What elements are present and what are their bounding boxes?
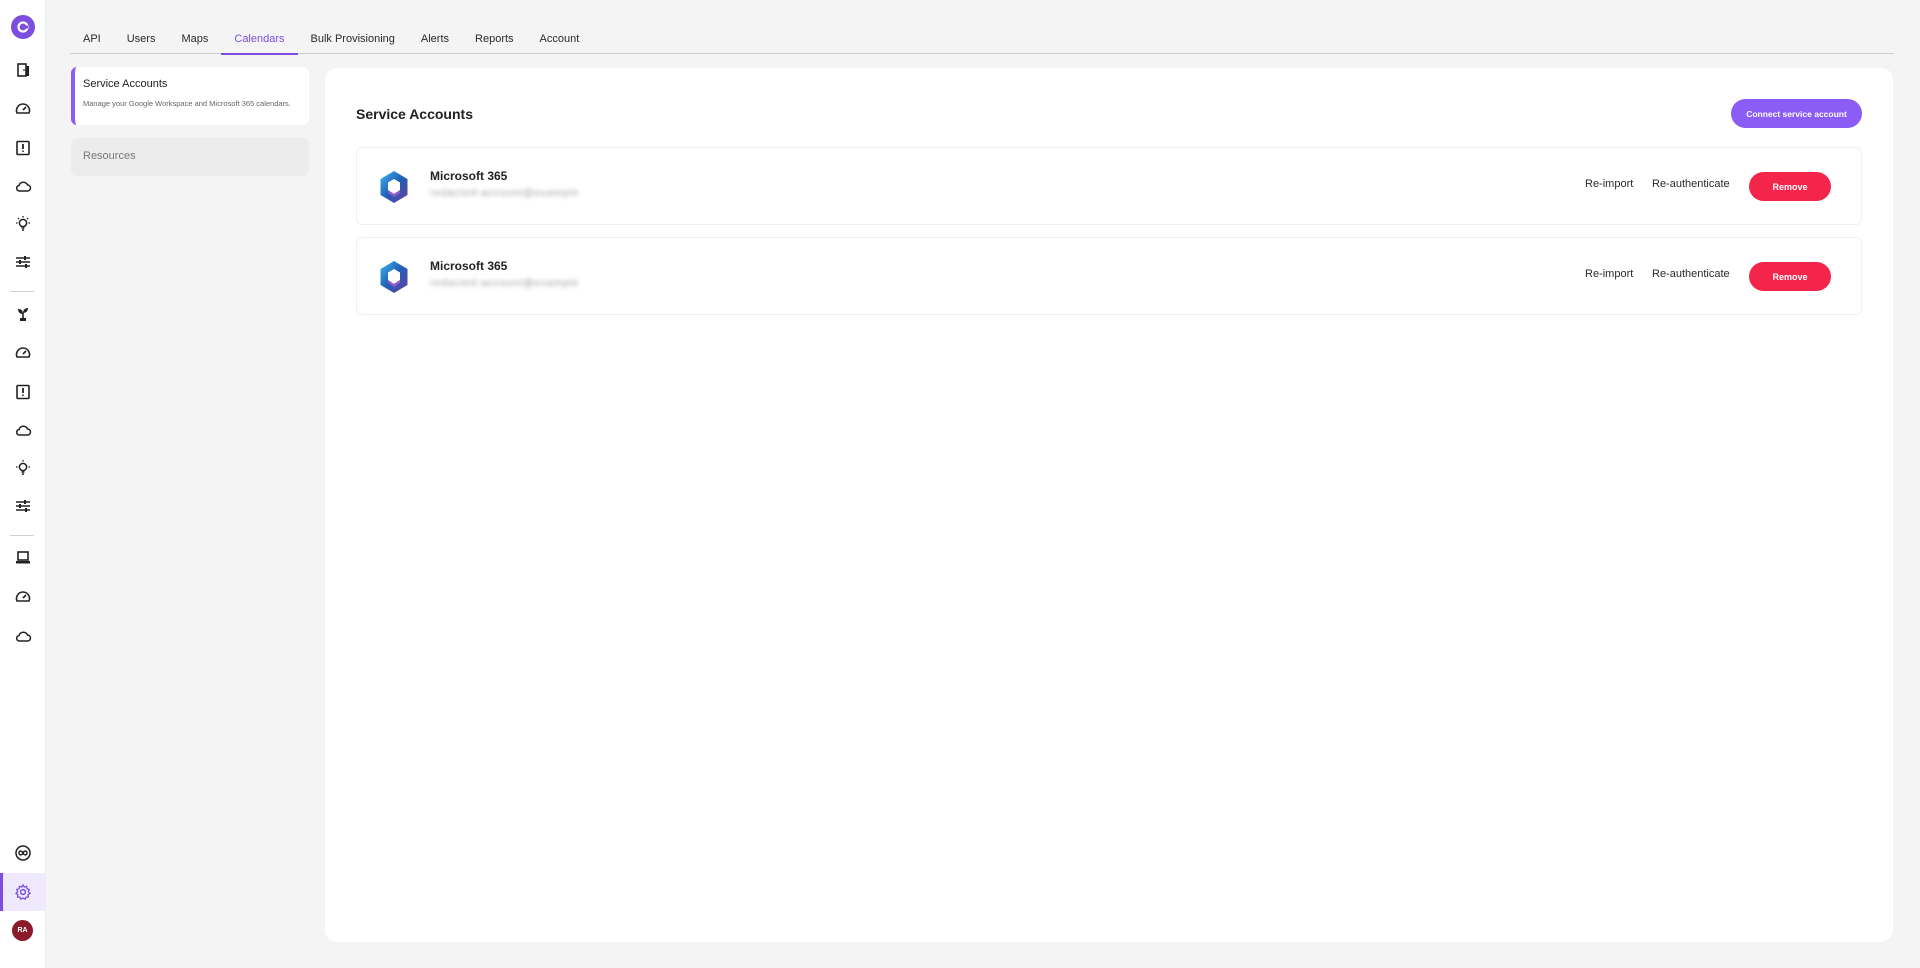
- lightbulb-icon[interactable]: [0, 449, 46, 487]
- tab-calendars[interactable]: Calendars: [221, 26, 298, 55]
- infinity-icon[interactable]: [0, 834, 46, 872]
- connect-service-account-button[interactable]: Connect service account: [1731, 99, 1862, 128]
- rail-divider: [10, 535, 34, 536]
- speedometer-icon[interactable]: [0, 334, 46, 372]
- top-tabs: API Users Maps Calendars Bulk Provisioni…: [70, 26, 1894, 55]
- subnav-item-label: Service Accounts: [83, 78, 168, 90]
- rail-divider: [10, 291, 34, 292]
- sliders-icon[interactable]: [0, 487, 46, 525]
- laptop-icon[interactable]: [0, 539, 46, 577]
- account-provider-name: Microsoft 365: [430, 259, 508, 273]
- lightbulb-icon[interactable]: [0, 205, 46, 243]
- subnav-item-service-accounts[interactable]: Service Accounts Manage your Google Work…: [71, 67, 309, 125]
- tab-alerts[interactable]: Alerts: [421, 26, 449, 54]
- app-logo-icon[interactable]: [11, 15, 35, 39]
- service-account-row: Microsoft 365 redacted-account@example R…: [356, 147, 1862, 225]
- microsoft-365-logo-icon: [380, 171, 408, 203]
- service-account-row: Microsoft 365 redacted-account@example R…: [356, 237, 1862, 315]
- page-title: Service Accounts: [356, 106, 473, 122]
- subnav-item-resources[interactable]: Resources: [71, 138, 309, 176]
- reimport-button[interactable]: Re-import: [1585, 268, 1633, 280]
- cloud-icon[interactable]: [0, 411, 46, 449]
- reauthenticate-button[interactable]: Re-authenticate: [1652, 178, 1730, 190]
- account-provider-name: Microsoft 365: [430, 169, 508, 183]
- cloud-icon[interactable]: [0, 617, 46, 655]
- remove-button[interactable]: Remove: [1749, 172, 1831, 201]
- alert-tablet-icon[interactable]: [0, 373, 46, 411]
- account-email: redacted-account@example: [430, 278, 580, 289]
- tab-api[interactable]: API: [83, 26, 101, 54]
- microsoft-365-logo-icon: [380, 261, 408, 293]
- alert-tablet-icon[interactable]: [0, 129, 46, 167]
- tab-reports[interactable]: Reports: [475, 26, 514, 54]
- gear-icon[interactable]: [0, 873, 46, 911]
- reimport-button[interactable]: Re-import: [1585, 178, 1633, 190]
- tab-users[interactable]: Users: [127, 26, 156, 54]
- account-email: redacted-account@example: [430, 188, 580, 199]
- tab-account[interactable]: Account: [540, 26, 580, 54]
- subnav-item-description: Manage your Google Workspace and Microso…: [83, 99, 291, 108]
- icon-rail: RA: [0, 0, 46, 968]
- cloud-icon[interactable]: [0, 167, 46, 205]
- plant-icon[interactable]: [0, 295, 46, 333]
- reauthenticate-button[interactable]: Re-authenticate: [1652, 268, 1730, 280]
- tab-maps[interactable]: Maps: [181, 26, 208, 54]
- sliders-icon[interactable]: [0, 243, 46, 281]
- speedometer-icon[interactable]: [0, 90, 46, 128]
- door-icon[interactable]: [0, 51, 46, 89]
- speedometer-icon[interactable]: [0, 578, 46, 616]
- avatar[interactable]: RA: [12, 920, 33, 941]
- main-panel: Service Accounts Connect service account…: [325, 68, 1893, 942]
- remove-button[interactable]: Remove: [1749, 262, 1831, 291]
- tab-bulk-provisioning[interactable]: Bulk Provisioning: [311, 26, 395, 54]
